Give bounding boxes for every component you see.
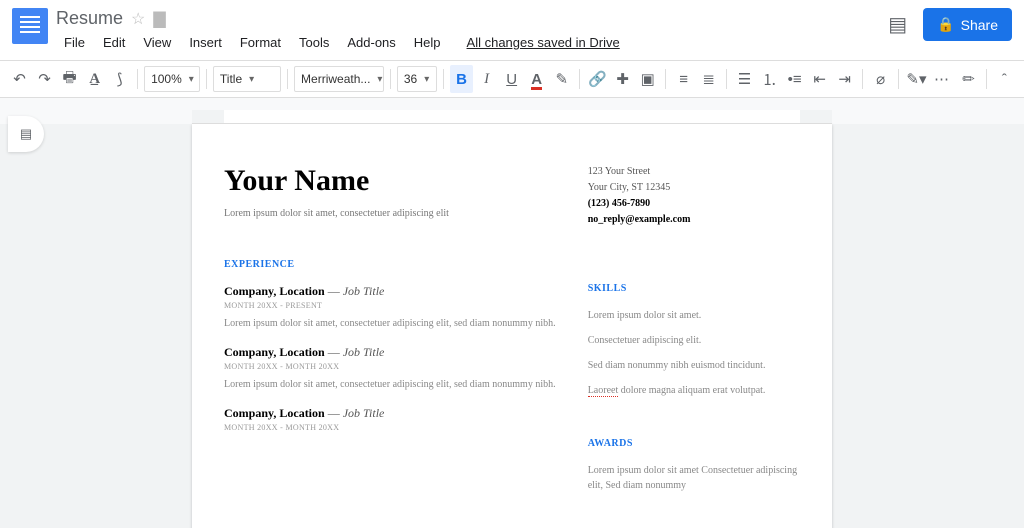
numbered-list-icon[interactable]: ⒈ bbox=[758, 65, 781, 93]
redo-icon[interactable]: ↷ bbox=[33, 65, 56, 93]
separator bbox=[206, 69, 207, 89]
decrease-indent-icon[interactable]: ⇤ bbox=[808, 65, 831, 93]
highlight-button[interactable]: ✎ bbox=[550, 65, 573, 93]
menu-format[interactable]: Format bbox=[232, 31, 289, 54]
resume-tagline[interactable]: Lorem ipsum dolor sit amet, consectetuer… bbox=[224, 208, 564, 219]
title-area: Resume ☆ ▇ File Edit View Insert Format … bbox=[56, 8, 888, 54]
skill-item[interactable]: Consectetuer adipiscing elit. bbox=[588, 333, 800, 348]
title-bar: Resume ☆ ▇ File Edit View Insert Format … bbox=[0, 0, 1024, 54]
share-button[interactable]: 🔒 Share bbox=[923, 8, 1012, 41]
save-status[interactable]: All changes saved in Drive bbox=[459, 31, 628, 54]
page[interactable]: Your Name Lorem ipsum dolor sit amet, co… bbox=[192, 124, 832, 528]
menu-insert[interactable]: Insert bbox=[181, 31, 230, 54]
menu-bar: File Edit View Insert Format Tools Add-o… bbox=[56, 31, 888, 54]
contact-block[interactable]: 123 Your Street Your City, ST 12345 (123… bbox=[588, 164, 800, 228]
checklist-icon[interactable]: ☰ bbox=[733, 65, 756, 93]
move-folder-icon[interactable]: ▇ bbox=[153, 9, 165, 29]
align-button[interactable]: ≡ bbox=[672, 65, 695, 93]
editing-mode-icon[interactable]: ✏ bbox=[957, 65, 980, 93]
document-title[interactable]: Resume bbox=[56, 8, 123, 29]
job-entry[interactable]: Company, Location — Job Title MONTH 20XX… bbox=[224, 284, 564, 331]
separator bbox=[137, 69, 138, 89]
increase-indent-icon[interactable]: ⇥ bbox=[833, 65, 856, 93]
underline-button[interactable]: U bbox=[500, 65, 523, 93]
menu-file[interactable]: File bbox=[56, 31, 93, 54]
line-spacing-icon[interactable]: ≣ bbox=[697, 65, 720, 93]
spellcheck-icon[interactable]: A̲ bbox=[83, 65, 106, 93]
separator bbox=[726, 69, 727, 89]
separator bbox=[579, 69, 580, 89]
toolbar: ↶ ↷ 🖶 A̲ ⟆ 100% Title Merriweath... 36 B… bbox=[0, 60, 1024, 98]
bold-button[interactable]: B bbox=[450, 65, 473, 93]
print-icon[interactable]: 🖶 bbox=[58, 65, 81, 93]
separator bbox=[898, 69, 899, 89]
insert-link-icon[interactable]: 🔗 bbox=[586, 65, 609, 93]
star-icon[interactable]: ☆ bbox=[131, 9, 145, 29]
bulleted-list-icon[interactable]: •≡ bbox=[783, 65, 806, 93]
menu-help[interactable]: Help bbox=[406, 31, 449, 54]
comments-icon[interactable]: ▤ bbox=[888, 12, 907, 37]
font-size-dropdown[interactable]: 36 bbox=[397, 66, 437, 92]
section-heading-skills[interactable]: SKILLS bbox=[588, 283, 800, 294]
job-entry[interactable]: Company, Location — Job Title MONTH 20XX… bbox=[224, 345, 564, 392]
left-column: Your Name Lorem ipsum dolor sit amet, co… bbox=[224, 164, 564, 503]
undo-icon[interactable]: ↶ bbox=[8, 65, 31, 93]
separator bbox=[287, 69, 288, 89]
skill-item[interactable]: Sed diam nonummy nibh euismod tincidunt. bbox=[588, 358, 800, 373]
separator bbox=[443, 69, 444, 89]
section-heading-awards[interactable]: AWARDS bbox=[588, 438, 800, 449]
insert-image-icon[interactable]: ▣ bbox=[636, 65, 659, 93]
document-canvas[interactable]: ▤ Your Name Lorem ipsum dolor sit amet, … bbox=[0, 98, 1024, 528]
zoom-dropdown[interactable]: 100% bbox=[144, 66, 200, 92]
share-label: Share bbox=[961, 17, 998, 33]
italic-button[interactable]: I bbox=[475, 65, 498, 93]
separator bbox=[665, 69, 666, 89]
ruler[interactable] bbox=[192, 110, 832, 124]
clear-formatting-icon[interactable]: ⌀ bbox=[869, 65, 892, 93]
separator bbox=[986, 69, 987, 89]
right-column: 123 Your Street Your City, ST 12345 (123… bbox=[588, 164, 800, 503]
font-dropdown[interactable]: Merriweath... bbox=[294, 66, 384, 92]
input-tools-icon[interactable]: ✎▾ bbox=[905, 65, 928, 93]
docs-logo-icon[interactable] bbox=[12, 8, 48, 44]
paint-format-icon[interactable]: ⟆ bbox=[108, 65, 131, 93]
skill-item[interactable]: Lorem ipsum dolor sit amet. bbox=[588, 308, 800, 323]
awards-text[interactable]: Lorem ipsum dolor sit amet Consectetuer … bbox=[588, 463, 800, 493]
hide-menus-icon[interactable]: ˆ bbox=[993, 65, 1016, 93]
menu-edit[interactable]: Edit bbox=[95, 31, 133, 54]
separator bbox=[390, 69, 391, 89]
menu-addons[interactable]: Add-ons bbox=[339, 31, 403, 54]
section-heading-experience[interactable]: EXPERIENCE bbox=[224, 259, 564, 270]
add-comment-icon[interactable]: ✚ bbox=[611, 65, 634, 93]
paragraph-style-dropdown[interactable]: Title bbox=[213, 66, 281, 92]
menu-tools[interactable]: Tools bbox=[291, 31, 337, 54]
job-entry[interactable]: Company, Location — Job Title MONTH 20XX… bbox=[224, 406, 564, 432]
menu-view[interactable]: View bbox=[135, 31, 179, 54]
text-color-button[interactable]: A bbox=[525, 65, 548, 93]
skill-item[interactable]: Laoreet dolore magna aliquam erat volutp… bbox=[588, 383, 800, 398]
resume-name[interactable]: Your Name bbox=[224, 164, 564, 198]
outline-toggle-icon[interactable]: ▤ bbox=[8, 116, 44, 152]
lock-icon: 🔒 bbox=[937, 16, 954, 33]
more-icon[interactable]: ⋯ bbox=[930, 65, 953, 93]
separator bbox=[862, 69, 863, 89]
